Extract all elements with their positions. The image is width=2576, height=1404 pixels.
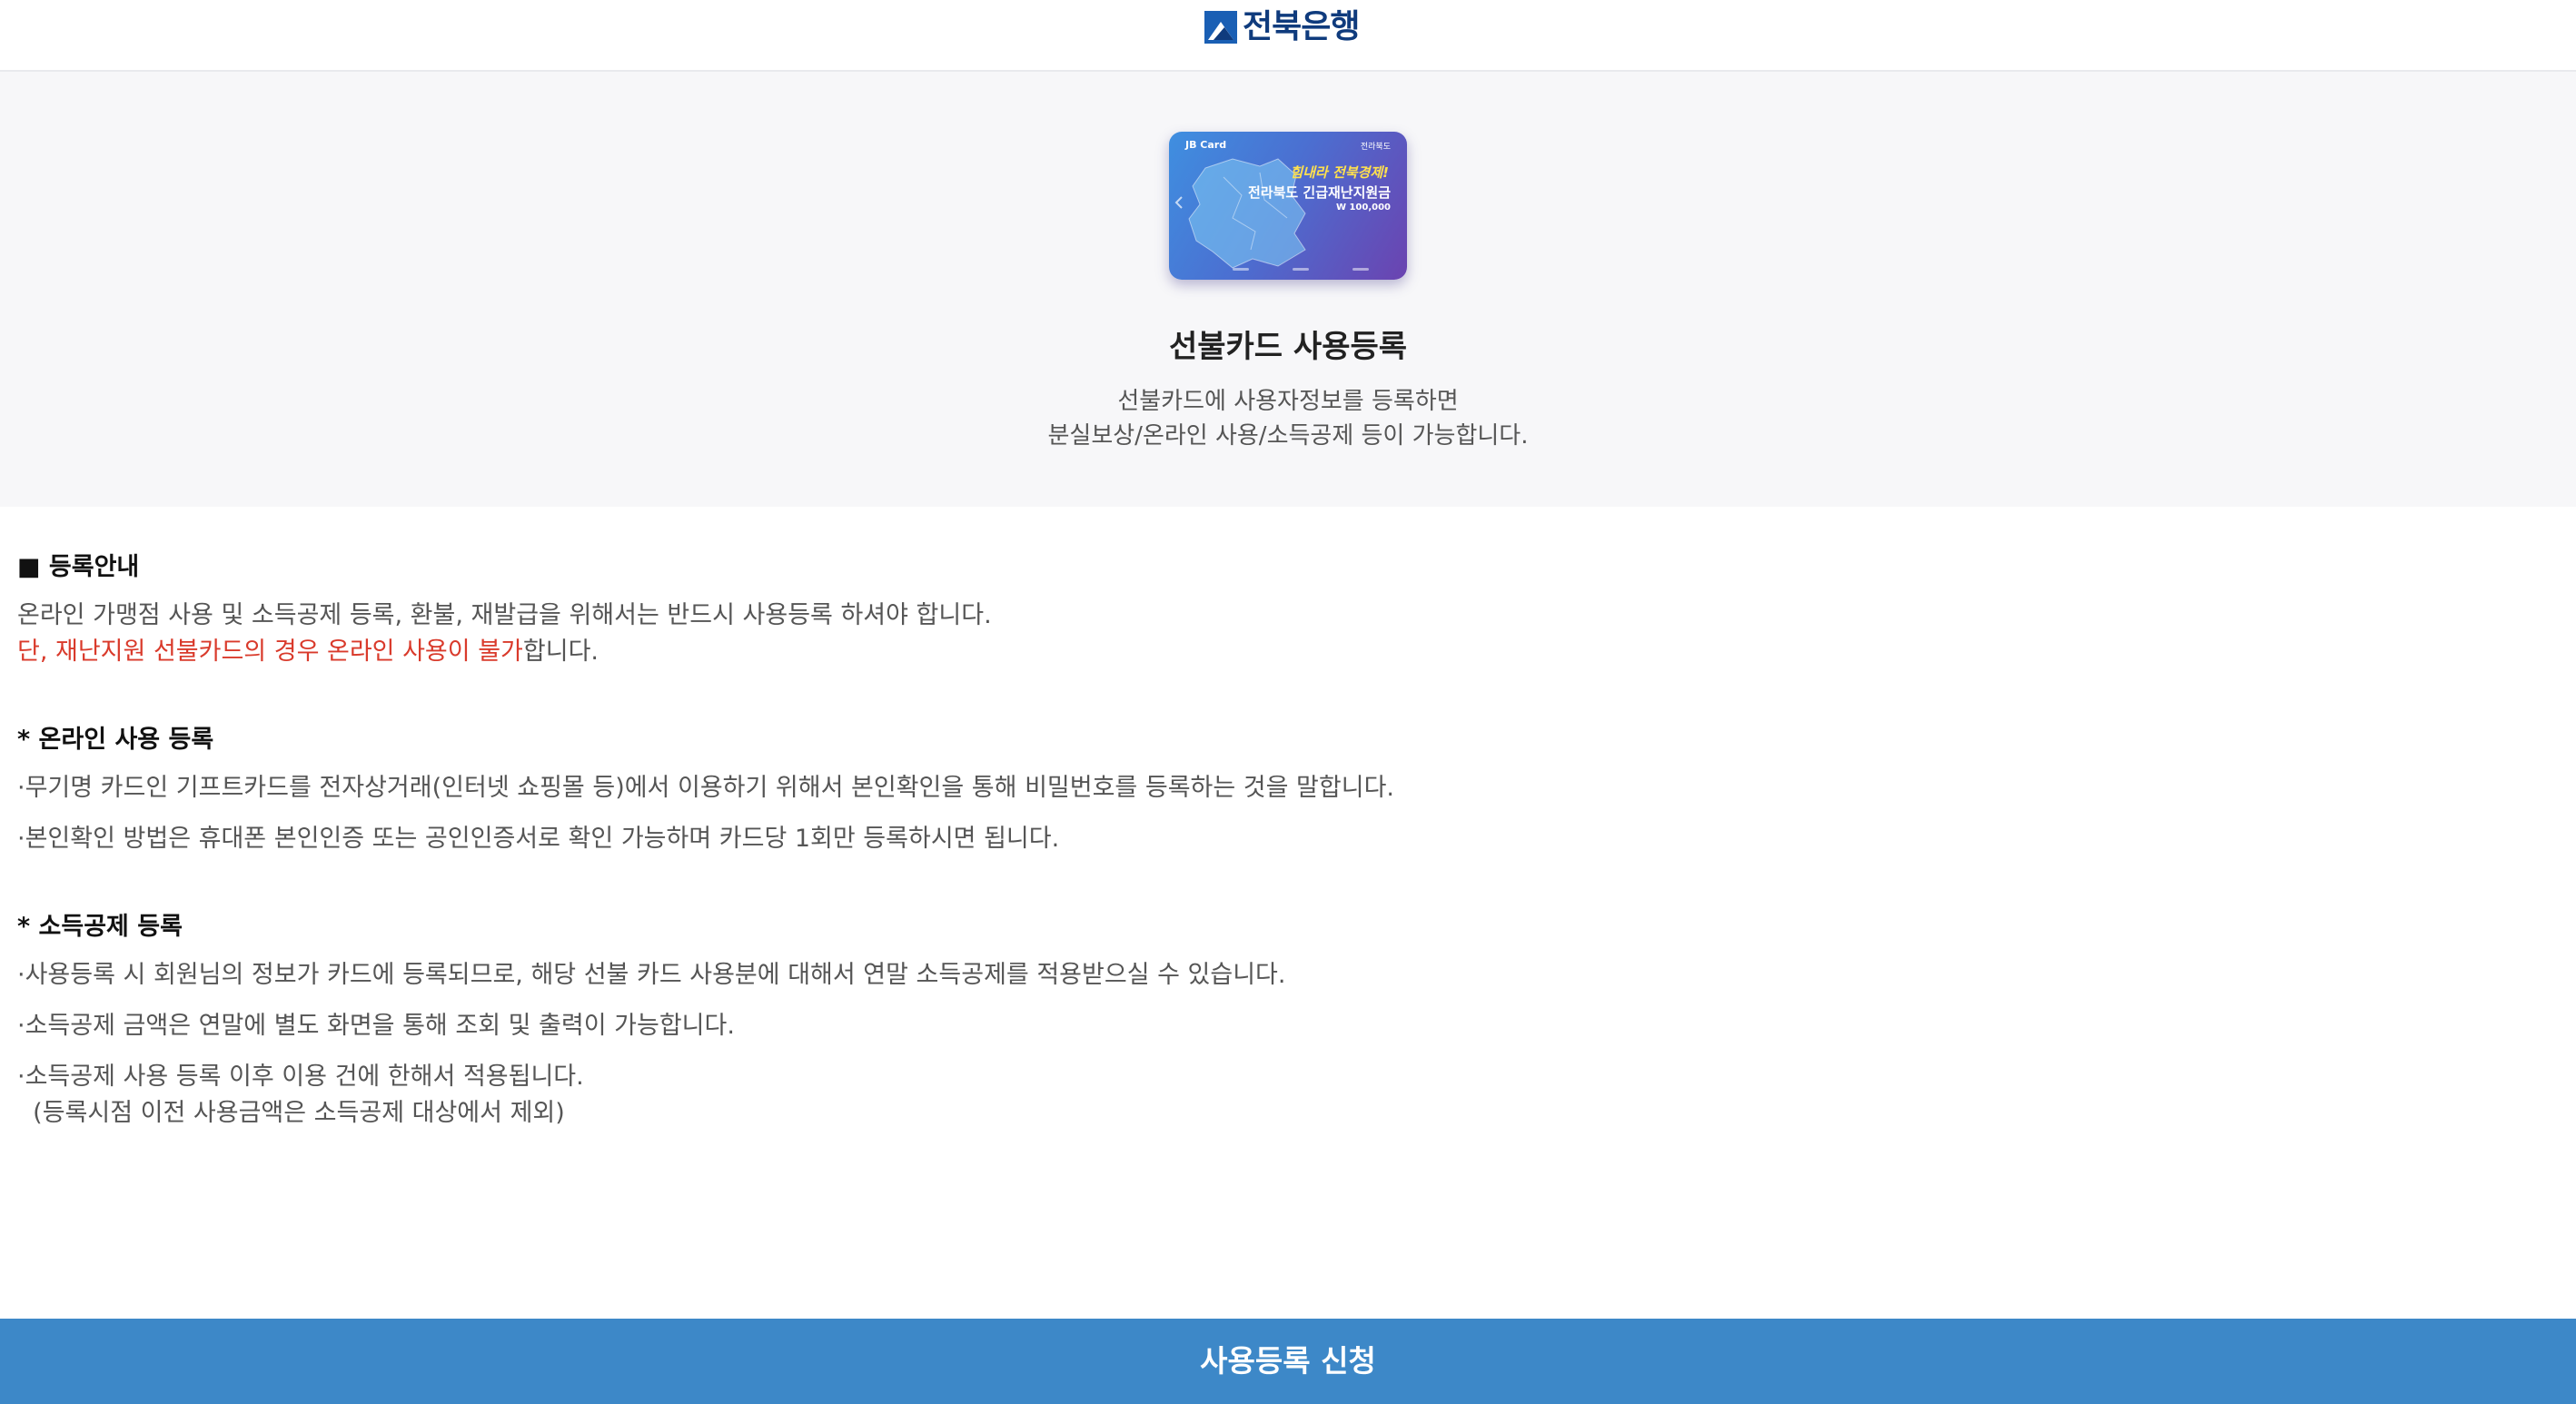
online-bullet: ·본인확인 방법은 휴대폰 본인인증 또는 공인인증서로 확인 가능하며 카드당… — [17, 825, 1060, 853]
card-brand-label: JB Card — [1185, 139, 1227, 151]
card-footer-marks — [1233, 268, 1369, 271]
online-section-title: * 온라인 사용 등록 — [17, 726, 214, 754]
guide-content: ■ 등록안내 온라인 가맹점 사용 및 소득공제 등록, 환불, 재발급을 위해… — [17, 550, 2542, 1132]
bank-logo-icon — [1204, 11, 1237, 44]
bank-logo[interactable]: 전북은행 — [1204, 8, 1360, 45]
guide-warning: 단, 재난지원 선불카드의 경우 온라인 사용이 불가합니다. — [17, 634, 2542, 670]
card-amount: W 100,000 — [1335, 203, 1391, 213]
card-title: 전라북도 긴급재난지원금 — [1247, 184, 1391, 201]
page-description: 선불카드에 사용자정보를 등록하면 분실보상/온라인 사용/소득공제 등이 가능… — [0, 384, 2576, 453]
deduction-note: (등록시점 이전 사용금액은 소득공제 대상에서 제외) — [17, 1099, 565, 1127]
description-line: 선불카드에 사용자정보를 등록하면 — [1117, 388, 1459, 415]
warning-highlight: 단, 재난지원 선불카드의 경우 온라인 사용이 불가 — [17, 638, 523, 666]
deduction-bullet: ·사용등록 시 회원님의 정보가 카드에 등록되므로, 해당 선불 카드 사용분… — [17, 961, 1286, 989]
card-slogan: 힘내라 전북경제! — [1290, 164, 1389, 181]
prepaid-card-image: JB Card 전라북도 힘내라 전북경제! 전라북도 긴급재난지원금 W 10… — [1169, 132, 1407, 280]
online-bullet: ·무기명 카드인 기프트카드를 전자상거래(인터넷 쇼핑몰 등)에서 이용하기 … — [17, 774, 1395, 802]
description-line: 분실보상/온라인 사용/소득공제 등이 가능합니다. — [1047, 422, 1529, 450]
register-submit-button[interactable]: 사용등록 신청 — [0, 1319, 2576, 1404]
card-bank-label: 전라북도 — [1360, 143, 1391, 152]
guide-text: 온라인 가맹점 사용 및 소득공제 등록, 환불, 재발급을 위해서는 반드시 … — [17, 601, 992, 629]
header-bar: 전북은행 — [0, 0, 2576, 72]
deduction-section-title: * 소득공제 등록 — [17, 913, 183, 941]
warning-suffix: 합니다. — [522, 638, 599, 666]
page-title: 선불카드 사용등록 — [1168, 329, 1408, 365]
deduction-bullet: ·소득공제 사용 등록 이후 이용 건에 한해서 적용됩니다. — [17, 1063, 584, 1091]
bank-name: 전북은행 — [1243, 8, 1360, 45]
deduction-bullet: ·소득공제 금액은 연말에 별도 화면을 통해 조회 및 출력이 가능합니다. — [17, 1012, 735, 1040]
hero-section: JB Card 전라북도 힘내라 전북경제! 전라북도 긴급재난지원금 W 10… — [0, 72, 2576, 507]
guide-section-title: ■ 등록안내 — [17, 553, 140, 581]
